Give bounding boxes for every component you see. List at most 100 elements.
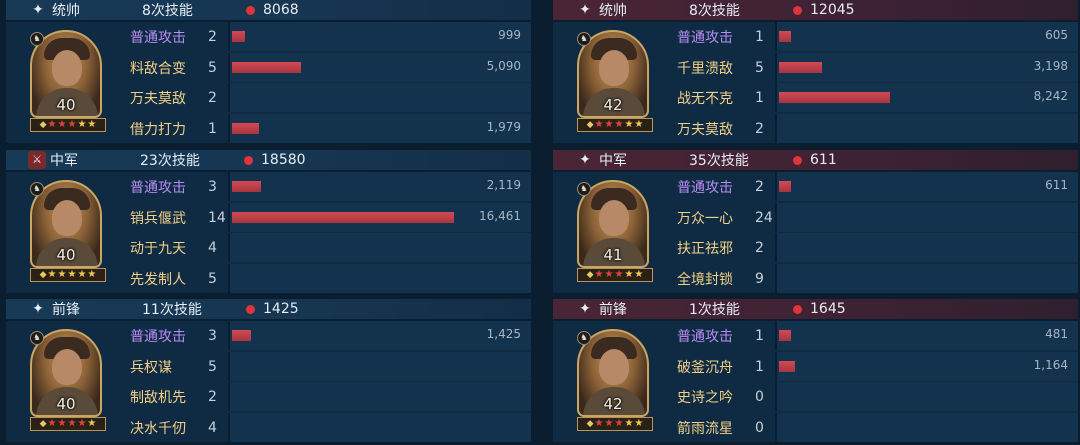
- skill-row[interactable]: 动于九天 4: [124, 233, 531, 262]
- rank-diamond-icon: ◆: [586, 270, 594, 280]
- skill-level: 0: [755, 388, 764, 405]
- skill-level: 5: [208, 59, 217, 76]
- skill-level: 4: [208, 239, 217, 256]
- general-section: ⚔ 中军 23次技能 18580 ♞ 40 ◆ ★ ★ ★ ★ ★ 普通攻击 3 2,119 销兵偃武 14 16…: [6, 150, 531, 295]
- damage-bar-track: [775, 264, 1078, 293]
- skill-row[interactable]: 兵权谋 5: [124, 352, 531, 381]
- total-damage: 1425: [263, 301, 299, 317]
- general-portrait[interactable]: ♞ 42 ◆ ★ ★ ★ ★ ★: [553, 22, 671, 143]
- skill-name: 千里溃敌: [677, 60, 733, 77]
- general-body: ♞ 40 ◆ ★ ★ ★ ★ ★ 普通攻击 2 999 料敌合变 5 5,090 万夫莫敌 2 借力打力 1 1,9…: [6, 22, 531, 143]
- skill-row[interactable]: 先发制人 5: [124, 264, 531, 293]
- skill-name: 破釜沉舟: [677, 359, 733, 376]
- general-portrait[interactable]: ♞ 42 ◆ ★ ★ ★ ★ ★: [553, 321, 671, 442]
- star-rating: ◆ ★ ★ ★ ★ ★: [30, 118, 106, 132]
- skill-row[interactable]: 战无不克 1 8,242: [671, 83, 1078, 112]
- skill-row[interactable]: 普通攻击 1 605: [671, 22, 1078, 51]
- damage-value: 5,090: [486, 59, 521, 73]
- skill-row[interactable]: 史诗之吟 0: [671, 382, 1078, 411]
- general-header: ✦ 统帅 8次技能 8068: [6, 0, 531, 20]
- star-icon: ★: [77, 119, 87, 130]
- general-body: ♞ 42 ◆ ★ ★ ★ ★ ★ 普通攻击 1 605 千里溃敌 5 3,198 战无不克 1 8,242 万夫莫…: [553, 22, 1078, 143]
- skill-level: 1: [755, 327, 764, 344]
- skill-name: 普通攻击: [677, 179, 733, 196]
- damage-bar-track: [228, 413, 531, 442]
- skill-name: 普通攻击: [677, 29, 733, 46]
- damage-bar: [232, 181, 261, 192]
- star-icon: ★: [634, 269, 644, 280]
- skill-name: 万夫莫敌: [130, 90, 186, 107]
- skill-row[interactable]: 扶正祛邪 2: [671, 233, 1078, 262]
- damage-bar: [779, 181, 791, 192]
- skill-row[interactable]: 普通攻击 2 999: [124, 22, 531, 51]
- star-icon: ★: [47, 269, 57, 280]
- damage-bar-track: 605: [775, 22, 1078, 51]
- total-damage: 18580: [261, 152, 306, 168]
- damage-value: 999: [498, 28, 521, 42]
- right-team-panel: ✦ 统帅 8次技能 12045 ♞ 42 ◆ ★ ★ ★ ★ ★ 普通攻击 1 605 千里溃敌 5 3,198 战…: [553, 0, 1078, 445]
- skill-row[interactable]: 破釜沉舟 1 1,164: [671, 352, 1078, 381]
- skill-row[interactable]: 决水千仞 4: [124, 413, 531, 442]
- role-label: 统帅: [599, 3, 627, 19]
- skill-name: 普通攻击: [130, 179, 186, 196]
- damage-bar: [779, 62, 822, 73]
- star-icon: ★: [67, 269, 77, 280]
- general-portrait[interactable]: ♞ 40 ◆ ★ ★ ★ ★ ★: [6, 172, 124, 293]
- avatar-face: [599, 200, 629, 236]
- damage-dot-icon: [244, 155, 253, 165]
- skill-row[interactable]: 万众一心 24: [671, 203, 1078, 232]
- damage-bar-track: [228, 264, 531, 293]
- troop-type-icon: ♞: [30, 331, 44, 345]
- left-team-panel: ✦ 统帅 8次技能 8068 ♞ 40 ◆ ★ ★ ★ ★ ★ 普通攻击 2 999 料敌合变 5 5,090 万夫…: [6, 0, 531, 445]
- skill-name: 借力打力: [130, 121, 186, 138]
- skill-row[interactable]: 万夫莫敌 2: [671, 114, 1078, 143]
- general-section: ✦ 前锋 11次技能 1425 ♞ 40 ◆ ★ ★ ★ ★ ★ 普通攻击 3 1,425 兵权谋 5 制敌机先 2…: [6, 299, 531, 444]
- skill-row[interactable]: 销兵偃武 14 16,461: [124, 203, 531, 232]
- skill-row[interactable]: 借力打力 1 1,979: [124, 114, 531, 143]
- skill-row[interactable]: 制敌机先 2: [124, 382, 531, 411]
- skill-level: 2: [208, 388, 217, 405]
- star-icon: ★: [57, 269, 67, 280]
- skill-row[interactable]: 普通攻击 3 2,119: [124, 172, 531, 201]
- sparkle-icon: ✦: [32, 301, 44, 317]
- skill-name: 普通攻击: [130, 29, 186, 46]
- skill-row[interactable]: 普通攻击 2 611: [671, 172, 1078, 201]
- star-rating: ◆ ★ ★ ★ ★ ★: [577, 268, 653, 282]
- damage-value: 1,979: [486, 120, 521, 134]
- skill-row[interactable]: 普通攻击 1 481: [671, 321, 1078, 350]
- damage-bar-track: [228, 83, 531, 112]
- general-header: ✦ 统帅 8次技能 12045: [553, 0, 1078, 20]
- damage-value: 605: [1045, 28, 1068, 42]
- skill-level: 2: [208, 28, 217, 45]
- damage-bar: [779, 31, 791, 42]
- skill-name: 普通攻击: [130, 328, 186, 345]
- skill-level: 0: [755, 419, 764, 436]
- general-portrait[interactable]: ♞ 41 ◆ ★ ★ ★ ★ ★: [553, 172, 671, 293]
- general-section: ✦ 统帅 8次技能 8068 ♞ 40 ◆ ★ ★ ★ ★ ★ 普通攻击 2 999 料敌合变 5 5,090 万夫…: [6, 0, 531, 145]
- avatar-face: [52, 349, 82, 385]
- skill-row[interactable]: 千里溃敌 5 3,198: [671, 53, 1078, 82]
- star-icon: ★: [47, 418, 57, 429]
- skill-row[interactable]: 料敌合变 5 5,090: [124, 53, 531, 82]
- skill-row[interactable]: 全境封锁 9: [671, 264, 1078, 293]
- damage-bar-track: 2,119: [228, 172, 531, 201]
- star-icon: ★: [87, 119, 97, 130]
- skill-row[interactable]: 箭雨流星 0: [671, 413, 1078, 442]
- avatar-face: [52, 200, 82, 236]
- star-icon: ★: [624, 269, 634, 280]
- damage-bar-track: [228, 352, 531, 381]
- star-icon: ★: [594, 119, 604, 130]
- star-icon: ★: [604, 119, 614, 130]
- star-rating: ◆ ★ ★ ★ ★ ★: [577, 118, 653, 132]
- general-section: ✦ 前锋 1次技能 1645 ♞ 42 ◆ ★ ★ ★ ★ ★ 普通攻击 1 481 破釜沉舟 1 1,164 史诗…: [553, 299, 1078, 444]
- skill-name: 先发制人: [130, 271, 186, 288]
- damage-dot-icon: [246, 5, 255, 15]
- rank-diamond-icon: ◆: [586, 120, 594, 130]
- skill-name: 动于九天: [130, 240, 186, 257]
- skill-name: 料敌合变: [130, 60, 186, 77]
- skill-row[interactable]: 万夫莫敌 2: [124, 83, 531, 112]
- general-portrait[interactable]: ♞ 40 ◆ ★ ★ ★ ★ ★: [6, 22, 124, 143]
- damage-bar-track: 481: [775, 321, 1078, 350]
- skill-row[interactable]: 普通攻击 3 1,425: [124, 321, 531, 350]
- general-portrait[interactable]: ♞ 40 ◆ ★ ★ ★ ★ ★: [6, 321, 124, 442]
